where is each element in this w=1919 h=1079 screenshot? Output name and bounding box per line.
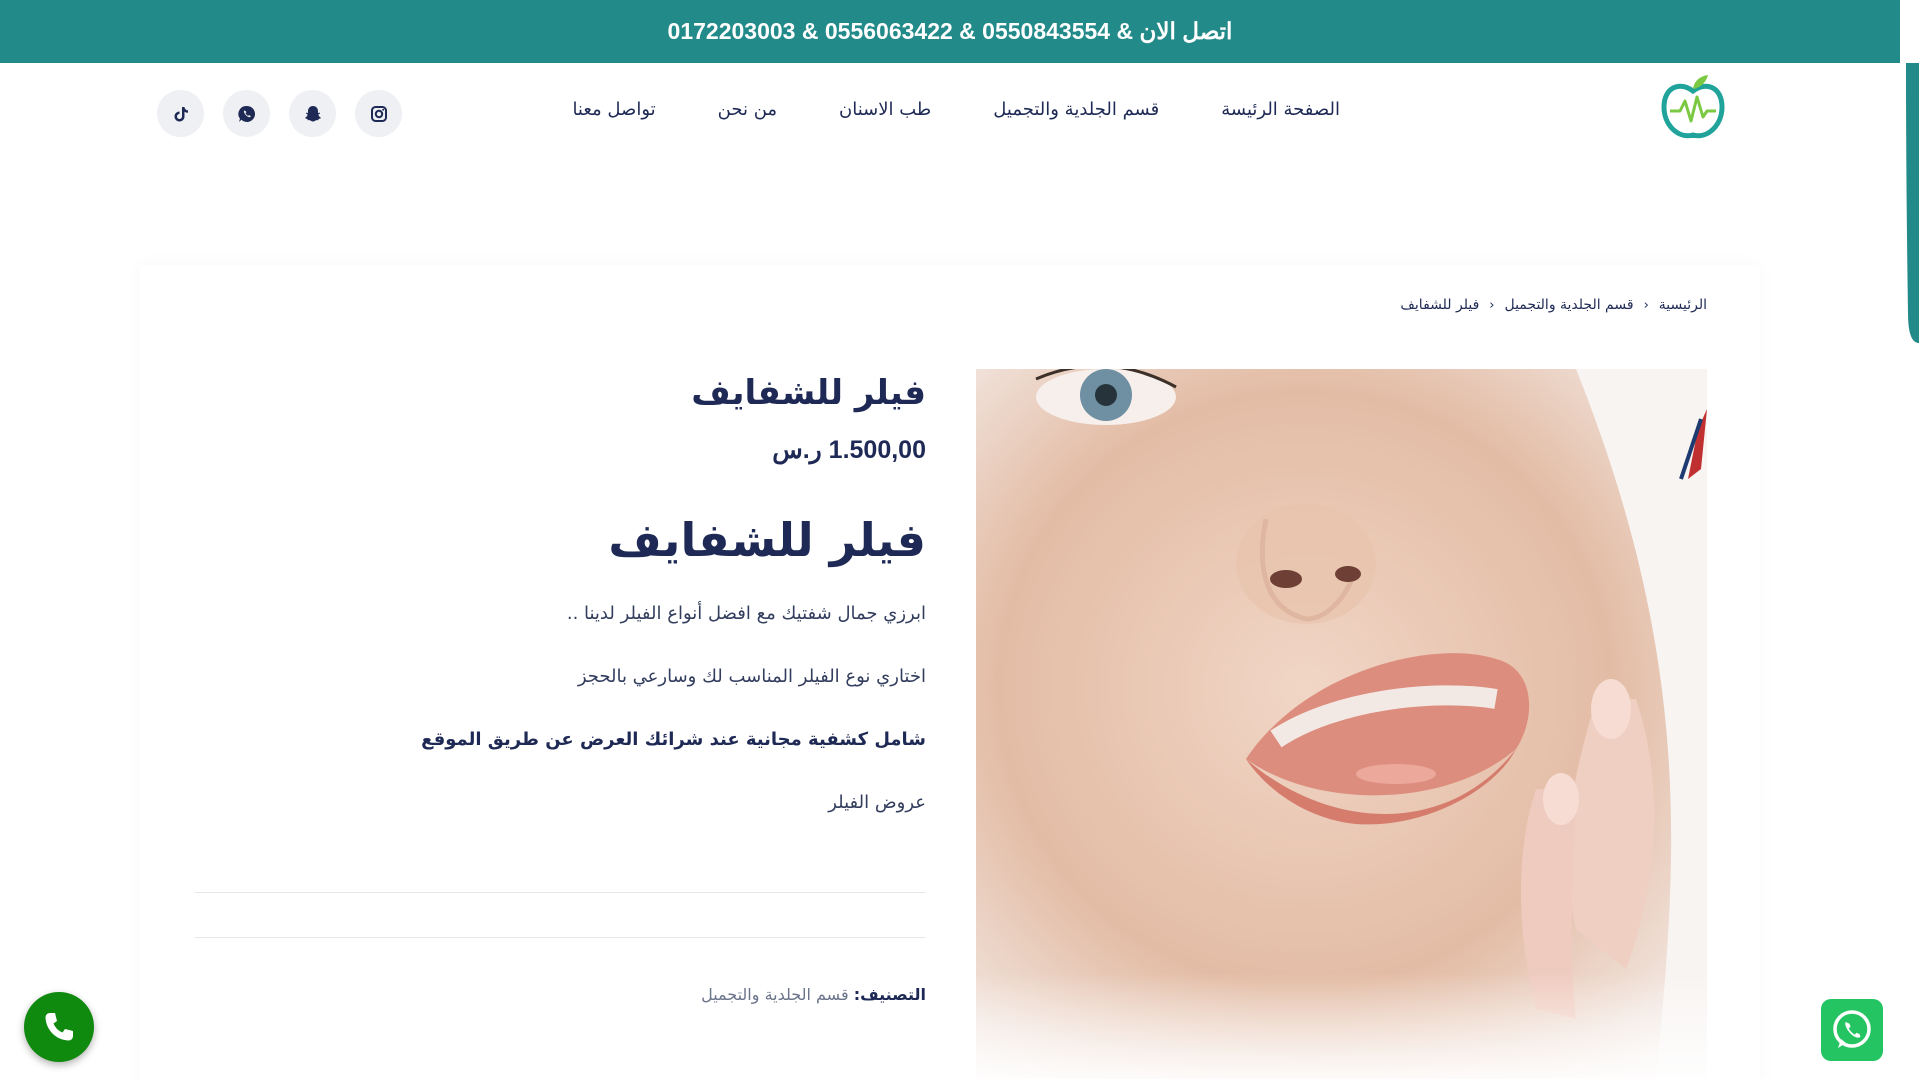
tiktok-icon [174, 106, 188, 121]
description-line-4: عروض الفيلر [828, 792, 926, 813]
phone-icon [45, 1013, 73, 1041]
top-contact-bar: اتصل الان & 0550843554 & 0556063422 & 01… [0, 0, 1900, 63]
call-button[interactable] [24, 992, 94, 1062]
breadcrumb-home[interactable]: الرئيسية [1659, 297, 1707, 313]
description-line-1: ابرزي جمال شفتيك مع افضل أنواع الفيلر لد… [566, 603, 926, 624]
nav-home[interactable]: الصفحة الرئيسة [1221, 99, 1340, 120]
category-label: التصنيف: [853, 985, 926, 1004]
snapchat-icon [304, 105, 321, 122]
tiktok-button[interactable] [157, 90, 204, 137]
instagram-button[interactable] [355, 90, 402, 137]
product-image[interactable] [976, 369, 1707, 1079]
description-line-3: شامل كشفية مجانية عند شرائك العرض عن طري… [421, 729, 926, 750]
site-header: الصفحة الرئيسة قسم الجلدية والتجميل طب ا… [0, 63, 1900, 168]
contact-numbers[interactable]: اتصل الان & 0550843554 & 0556063422 & 01… [668, 18, 1233, 45]
nav-about[interactable]: من نحن [718, 99, 777, 120]
breadcrumb-current: فيلر للشفايف [1400, 297, 1480, 313]
whatsapp-icon [1833, 1010, 1871, 1048]
instagram-icon [370, 105, 387, 122]
main-nav: الصفحة الرئيسة قسم الجلدية والتجميل طب ا… [510, 99, 1340, 120]
product-category: التصنيف: قسم الجلدية والتجميل [195, 985, 926, 1004]
nav-contact[interactable]: تواصل معنا [572, 99, 655, 120]
product-title: فيلر للشفايف [691, 373, 926, 413]
side-accent-shape [1906, 63, 1919, 343]
lips-photo [976, 369, 1707, 1079]
apple-heartbeat-logo-icon[interactable] [1660, 73, 1726, 143]
chevron-left-icon: ‹ [1643, 297, 1649, 313]
divider [195, 937, 926, 938]
nav-dentistry[interactable]: طب الاسنان [839, 99, 931, 120]
category-link[interactable]: قسم الجلدية والتجميل [701, 985, 849, 1004]
breadcrumb: الرئيسية ‹ قسم الجلدية والتجميل ‹ فيلر ل… [1400, 297, 1707, 313]
social-links [157, 90, 402, 137]
whatsapp-social-button[interactable] [223, 90, 270, 137]
product-price: 1.500,00 ر.س [772, 436, 926, 464]
product-subtitle: فيلر للشفايف [608, 513, 926, 567]
snapchat-button[interactable] [289, 90, 336, 137]
nav-dermatology[interactable]: قسم الجلدية والتجميل [993, 99, 1159, 120]
description-line-2: اختاري نوع الفيلر المناسب لك وسارعي بالح… [577, 666, 926, 687]
whatsapp-chat-button[interactable] [1821, 999, 1883, 1061]
chevron-left-icon: ‹ [1489, 297, 1495, 313]
breadcrumb-category[interactable]: قسم الجلدية والتجميل [1504, 297, 1633, 313]
product-summary: فيلر للشفايف 1.500,00 ر.س فيلر للشفايف ا… [195, 369, 926, 819]
whatsapp-icon [237, 105, 255, 122]
divider [195, 892, 926, 893]
